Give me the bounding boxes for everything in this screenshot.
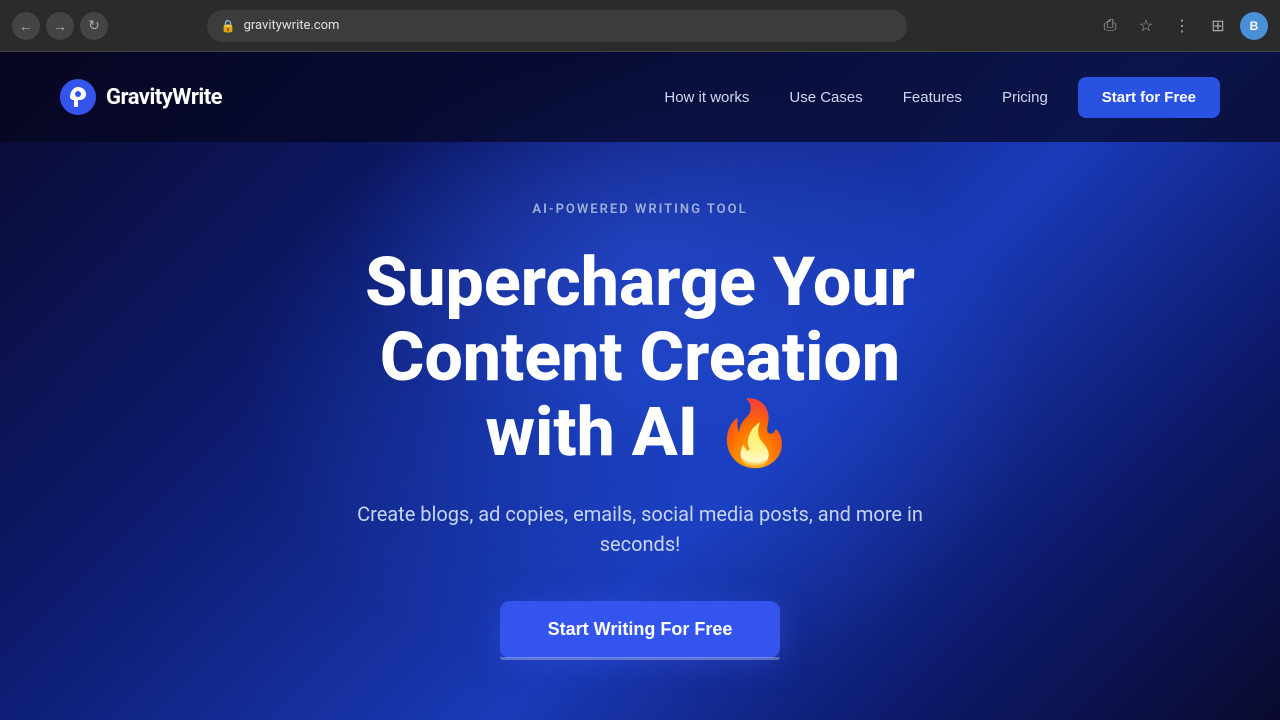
website-content: GravityWrite How it works Use Cases Feat… [0,52,1280,720]
forward-button[interactable]: → [46,12,74,40]
lock-icon: 🔒 [221,19,236,33]
refresh-button[interactable]: ↻ [80,12,108,40]
share-icon[interactable]: ⎙ [1096,12,1124,40]
hero-section: AI-POWERED WRITING TOOL Supercharge Your… [0,142,1280,658]
logo-icon [60,79,96,115]
address-bar[interactable]: 🔒 gravitywrite.com [207,10,907,42]
logo-text: GravityWrite [106,85,222,110]
hero-tag: AI-POWERED WRITING TOOL [532,202,747,217]
browser-right-controls: ⎙ ☆ ⋮ ⊞ B [1096,12,1268,40]
nav-use-cases[interactable]: Use Cases [789,89,862,106]
bookmark-icon[interactable]: ☆ [1132,12,1160,40]
navbar: GravityWrite How it works Use Cases Feat… [0,52,1280,142]
back-button[interactable]: ← [12,12,40,40]
fire-emoji: 🔥 [715,396,795,471]
user-avatar[interactable]: B [1240,12,1268,40]
hero-title-line3: with AI 🔥 [485,392,794,472]
grid-icon[interactable]: ⊞ [1204,12,1232,40]
nav-links: How it works Use Cases Features Pricing [664,89,1047,106]
extensions-icon[interactable]: ⋮ [1168,12,1196,40]
hero-title-line2: Content Creation [380,317,900,397]
logo[interactable]: GravityWrite [60,79,222,115]
url-text: gravitywrite.com [244,18,340,33]
browser-chrome: ← → ↻ 🔒 gravitywrite.com ⎙ ☆ ⋮ ⊞ B [0,0,1280,52]
hero-subtitle: Create blogs, ad copies, emails, social … [330,499,950,559]
nav-features[interactable]: Features [903,89,962,106]
hero-title: Supercharge Your Content Creation with A… [365,245,915,469]
nav-pricing[interactable]: Pricing [1002,89,1048,106]
nav-how-it-works[interactable]: How it works [664,89,749,106]
browser-nav-controls: ← → ↻ [12,12,108,40]
hero-title-line1: Supercharge Your [365,242,915,322]
hero-cta-button[interactable]: Start Writing For Free [500,601,781,658]
navbar-cta-button[interactable]: Start for Free [1078,77,1220,118]
